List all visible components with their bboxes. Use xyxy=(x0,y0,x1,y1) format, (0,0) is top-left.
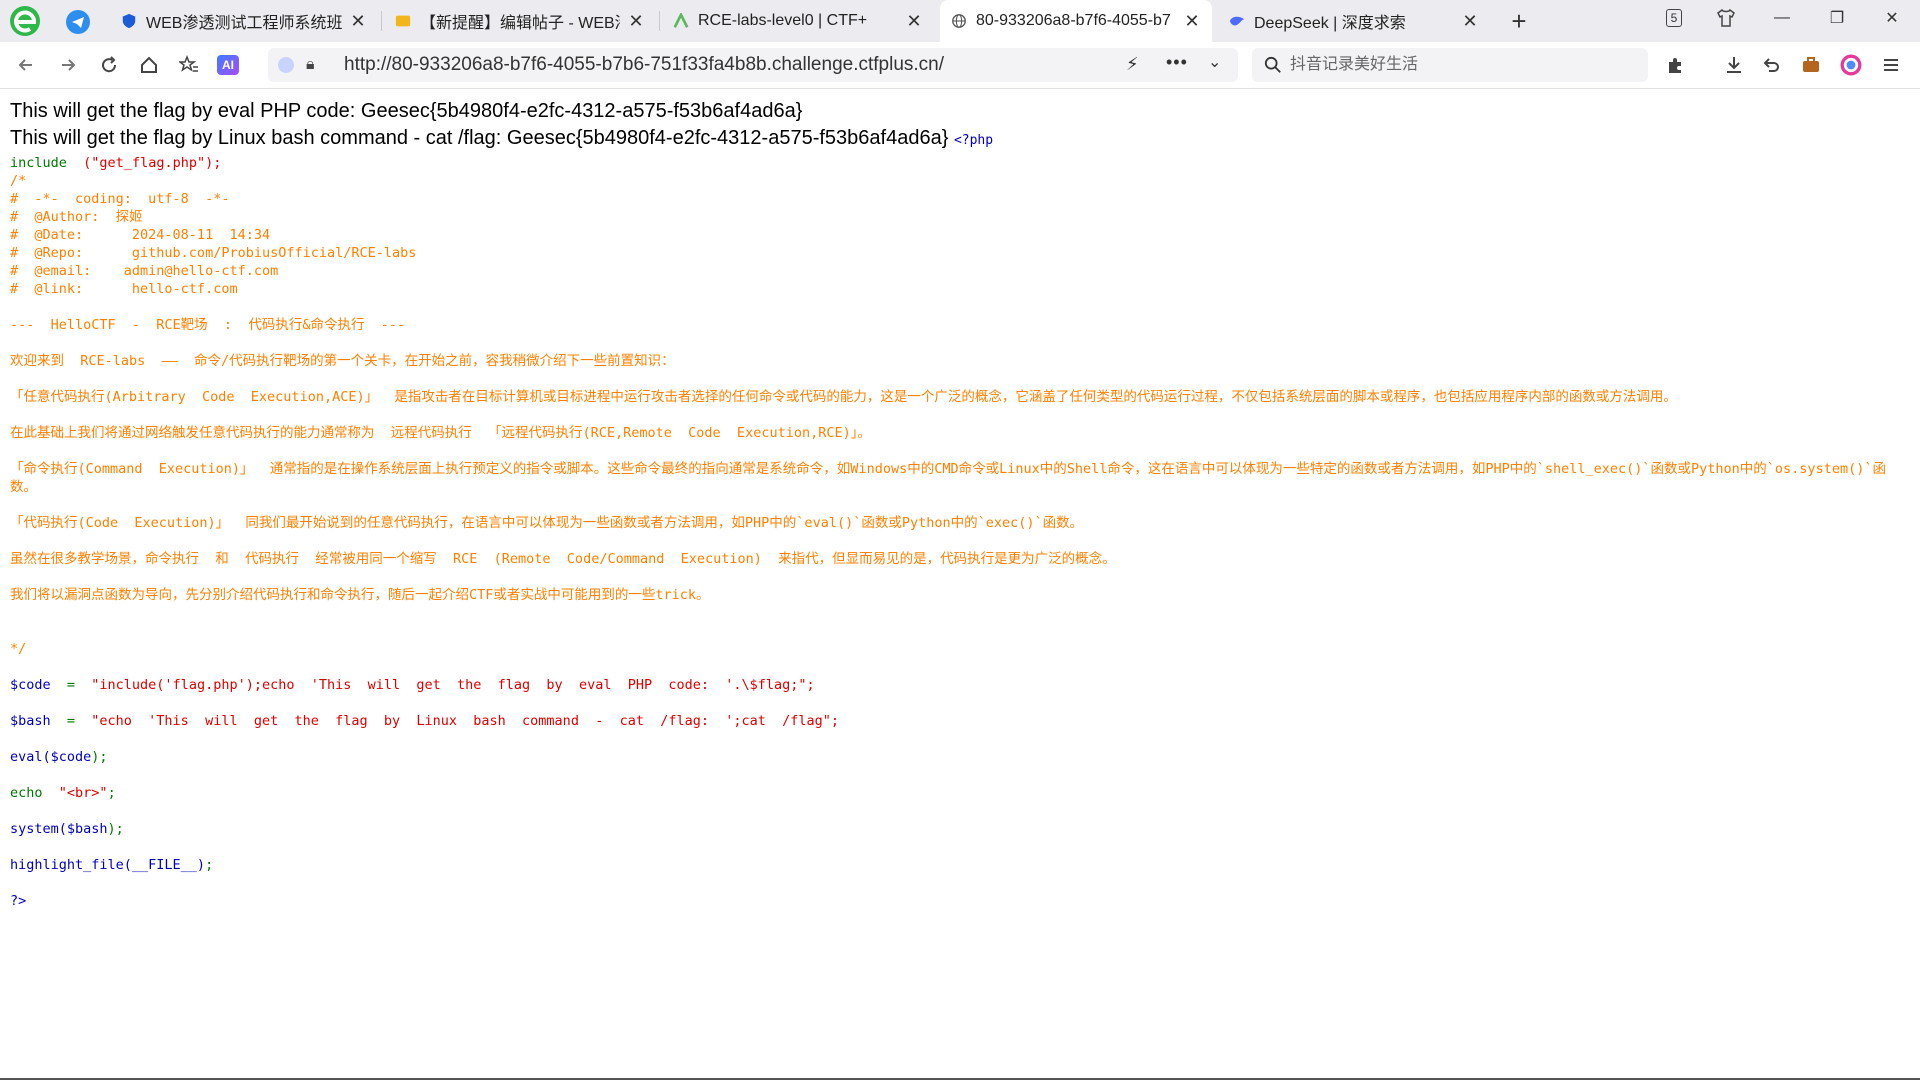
statement-end: ; xyxy=(205,857,214,873)
search-input[interactable]: 抖音记录美好生活 xyxy=(1290,48,1418,82)
tab-count-button[interactable]: 5 xyxy=(1654,0,1694,36)
tab-edit-post[interactable]: 【新提醒】编辑帖子 - WEB渗 ✕ xyxy=(384,0,656,42)
close-icon[interactable]: ✕ xyxy=(904,11,924,32)
bash-variable: $bash xyxy=(10,713,51,729)
hamburger-icon xyxy=(1884,59,1898,71)
arrow-left-icon xyxy=(18,59,32,71)
echo-keyword: echo xyxy=(10,785,59,801)
download-icon xyxy=(1727,57,1741,73)
bash-value: "echo 'This will get the flag by Linux b… xyxy=(91,713,840,729)
colorful-circle-icon xyxy=(1840,54,1862,76)
php-close-tag: ?> xyxy=(10,893,27,909)
include-keyword: include xyxy=(10,155,67,171)
extensions-button[interactable] xyxy=(1662,51,1690,79)
tab-title: WEB渗透测试工程师系统班25 xyxy=(146,15,342,32)
close-window-button[interactable]: ✕ xyxy=(1872,0,1912,36)
undo-close-button[interactable] xyxy=(1757,51,1785,79)
tab-separator xyxy=(381,11,382,31)
ai-icon: AI xyxy=(217,55,239,75)
account-button[interactable] xyxy=(1837,51,1865,79)
code-value: "include('flag.php');echo 'This will get… xyxy=(91,677,815,693)
eval-call: eval( xyxy=(10,749,51,765)
system-argument: $bash xyxy=(66,821,108,837)
navigation-toolbar: AI 🔒︎ http://80-933206a8-b7f6-4055-b7b6-… xyxy=(0,42,1920,89)
forward-button[interactable] xyxy=(54,51,82,79)
home-icon xyxy=(141,56,157,73)
home-button[interactable] xyxy=(135,51,163,79)
page-content: This will get the flag by eval PHP code:… xyxy=(10,98,1910,910)
tab-deepseek[interactable]: DeepSeek | 深度求索 ✕ xyxy=(1218,0,1490,42)
reload-button[interactable] xyxy=(95,51,123,79)
favorites-button[interactable] xyxy=(175,51,203,79)
reload-icon xyxy=(102,56,117,73)
puzzle-icon xyxy=(1669,58,1681,73)
ai-button[interactable]: AI xyxy=(214,51,242,79)
close-icon[interactable]: ✕ xyxy=(1460,11,1480,32)
restore-button[interactable]: ❐ xyxy=(1817,0,1857,36)
tab-title: DeepSeek | 深度求索 xyxy=(1254,15,1406,32)
back-button[interactable] xyxy=(12,51,40,79)
chevron-down-icon[interactable]: ⌄ xyxy=(1208,52,1221,72)
statement-end: ); xyxy=(107,821,124,837)
bash-output-line: This will get the flag by Linux bash com… xyxy=(10,125,1910,154)
downloads-button[interactable] xyxy=(1720,51,1748,79)
close-icon[interactable]: ✕ xyxy=(626,11,646,32)
comment-block: /* # -*- coding: utf-8 -*- # @Author: 探姬… xyxy=(10,173,1886,657)
assign-operator: = xyxy=(50,713,92,729)
address-bar[interactable]: 🔒︎ http://80-933206a8-b7f6-4055-b7b6-751… xyxy=(268,48,1238,82)
php-open-tag: <?php xyxy=(953,133,994,148)
bash-output-text: This will get the flag by Linux bash com… xyxy=(10,127,949,149)
not-secure-icon[interactable]: 🔒︎ xyxy=(306,56,315,74)
statement-end: ); xyxy=(91,749,108,765)
tab-separator xyxy=(659,11,660,31)
system-call: system( xyxy=(10,821,67,837)
highlight-file-call: highlight_file(__FILE__) xyxy=(10,857,206,873)
globe-icon xyxy=(950,12,968,30)
code-variable: $code xyxy=(10,677,51,693)
tab-count: 5 xyxy=(1665,9,1683,27)
tab-challenge[interactable]: 80-933206a8-b7f6-4055-b7 ✕ xyxy=(940,0,1212,42)
eval-output-text: This will get the flag by eval PHP code:… xyxy=(10,100,803,122)
briefcase-icon xyxy=(1803,57,1819,72)
tab-web-course[interactable]: WEB渗透测试工程师系统班25 ✕ xyxy=(110,0,378,42)
menu-button[interactable] xyxy=(1877,51,1905,79)
tab-strip: WEB渗透测试工程师系统班25 ✕ 【新提醒】编辑帖子 - WEB渗 ✕ RCE… xyxy=(0,0,1920,42)
undo-icon xyxy=(1763,58,1779,72)
search-box[interactable]: 抖音记录美好生活 xyxy=(1252,48,1648,82)
shield-icon xyxy=(120,12,138,30)
tab-title: 【新提醒】编辑帖子 - WEB渗 xyxy=(420,15,620,32)
browser-logo-icon[interactable] xyxy=(8,4,42,38)
statement-end: ; xyxy=(107,785,116,801)
eval-argument: $code xyxy=(50,749,92,765)
eval-output-line: This will get the flag by eval PHP code:… xyxy=(10,98,1910,125)
send-icon[interactable] xyxy=(66,10,90,34)
arrow-right-icon xyxy=(62,59,76,71)
more-icon[interactable]: ••• xyxy=(1166,52,1188,73)
highlighted-source-code: include ("get_flag.php"); /* # -*- codin… xyxy=(10,154,1910,910)
minimize-button[interactable]: — xyxy=(1762,0,1802,36)
close-icon[interactable]: ✕ xyxy=(348,11,368,32)
tab-rce-labs[interactable]: RCE-labs-level0 | CTF+ ✕ xyxy=(662,0,934,42)
toolbox-button[interactable] xyxy=(1797,51,1825,79)
star-list-icon xyxy=(179,55,198,72)
ctf-icon xyxy=(672,12,690,30)
assign-operator: = xyxy=(50,677,92,693)
new-tab-button[interactable]: + xyxy=(1504,6,1534,36)
echo-value: "<br>" xyxy=(58,785,108,801)
close-icon[interactable]: ✕ xyxy=(1182,11,1202,32)
url-text[interactable]: http://80-933206a8-b7f6-4055-b7b6-751f33… xyxy=(344,48,944,82)
shirt-icon[interactable] xyxy=(1706,0,1746,36)
notification-icon xyxy=(394,12,412,30)
site-info-icon[interactable] xyxy=(278,57,294,73)
include-argument: ("get_flag.php"); xyxy=(83,155,222,171)
lightning-icon[interactable]: ⚡︎ xyxy=(1126,54,1139,75)
tab-title: RCE-labs-level0 | CTF+ xyxy=(698,12,868,29)
deepseek-icon xyxy=(1228,12,1246,30)
search-icon xyxy=(1264,56,1281,73)
tab-title: 80-933206a8-b7f6-4055-b7 xyxy=(976,12,1171,29)
